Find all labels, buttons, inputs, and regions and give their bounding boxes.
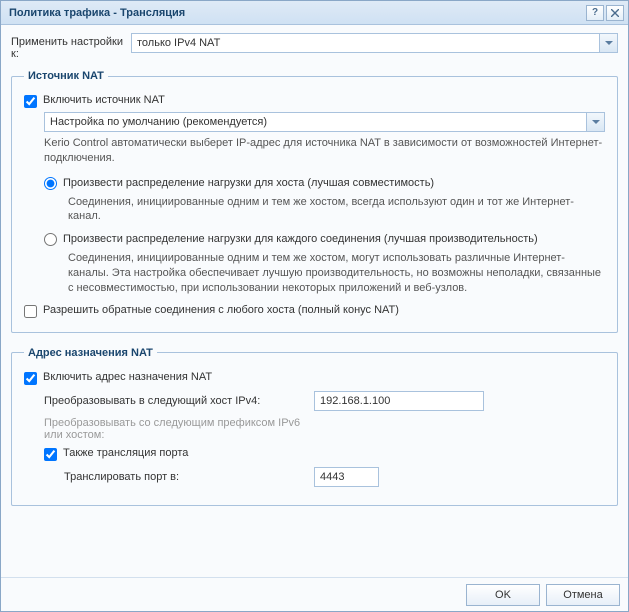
dialog-body: Применить настройки к: только IPv4 NAT И… — [1, 25, 628, 577]
cancel-button[interactable]: Отмена — [546, 584, 620, 606]
dest-port-row: Транслировать порт в: — [64, 467, 605, 487]
balance-host-radio[interactable] — [44, 177, 57, 190]
balance-host-label: Произвести распределение нагрузки для хо… — [63, 176, 434, 191]
dest-host-label: Преобразовывать в следующий хост IPv4: — [44, 395, 314, 407]
source-nat-sub: Настройка по умолчанию (рекомендуется) K… — [44, 112, 605, 296]
dialog-footer: OK Отмена — [1, 577, 628, 611]
titlebar: Политика трафика - Трансляция ? — [1, 1, 628, 25]
dest-nat-fieldset: Адрес назначения NAT Включить адрес назн… — [11, 347, 618, 506]
balance-conn-label: Произвести распределение нагрузки для ка… — [63, 232, 538, 247]
full-cone-checkbox[interactable] — [24, 305, 37, 318]
balance-conn-row: Произвести распределение нагрузки для ка… — [44, 232, 605, 247]
enable-source-nat-row: Включить источник NAT — [24, 94, 605, 108]
source-nat-auto-desc: Kerio Control автоматически выберет IP-а… — [44, 136, 605, 166]
dest-port-label: Транслировать порт в: — [64, 471, 314, 483]
source-nat-mode-select[interactable]: Настройка по умолчанию (рекомендуется) — [44, 112, 605, 132]
enable-dest-nat-checkbox[interactable] — [24, 372, 37, 385]
dest-host-input[interactable] — [314, 391, 484, 411]
full-cone-row: Разрешить обратные соединения с любого х… — [24, 304, 605, 318]
apply-settings-trigger[interactable] — [599, 34, 617, 52]
source-nat-mode-trigger[interactable] — [586, 113, 604, 131]
dialog-window: Политика трафика - Трансляция ? Применит… — [0, 0, 629, 612]
dest-host-row: Преобразовывать в следующий хост IPv4: — [44, 391, 605, 411]
enable-dest-nat-row: Включить адрес назначения NAT — [24, 371, 605, 385]
close-icon — [611, 9, 619, 17]
port-translate-checkbox[interactable] — [44, 448, 57, 461]
enable-dest-nat-label: Включить адрес назначения NAT — [43, 371, 212, 383]
source-nat-mode-value: Настройка по умолчанию (рекомендуется) — [45, 113, 586, 131]
ok-button[interactable]: OK — [466, 584, 540, 606]
apply-settings-row: Применить настройки к: только IPv4 NAT — [11, 33, 618, 60]
balance-conn-radio[interactable] — [44, 233, 57, 246]
apply-settings-value: только IPv4 NAT — [132, 34, 599, 52]
balance-radio-group: Произвести распределение нагрузки для хо… — [44, 176, 605, 296]
source-nat-legend: Источник NAT — [24, 70, 108, 82]
dest-nat-legend: Адрес назначения NAT — [24, 347, 157, 359]
chevron-down-icon — [605, 41, 613, 45]
apply-settings-label: Применить настройки к: — [11, 33, 131, 60]
balance-conn-desc: Соединения, инициированные одним и тем ж… — [68, 251, 605, 296]
apply-settings-select[interactable]: только IPv4 NAT — [131, 33, 618, 53]
dest-port-input[interactable] — [314, 467, 379, 487]
enable-source-nat-label: Включить источник NAT — [43, 94, 165, 106]
close-button[interactable] — [606, 5, 624, 21]
balance-host-row: Произвести распределение нагрузки для хо… — [44, 176, 605, 191]
help-button[interactable]: ? — [586, 5, 604, 21]
balance-host-desc: Соединения, инициированные одним и тем ж… — [68, 195, 605, 225]
port-translate-row: Также трансляция порта — [44, 447, 605, 461]
dest-prefix-label: Преобразовывать со следующим префиксом I… — [44, 417, 314, 441]
full-cone-label: Разрешить обратные соединения с любого х… — [43, 304, 399, 316]
window-title: Политика трафика - Трансляция — [9, 7, 185, 19]
source-nat-fieldset: Источник NAT Включить источник NAT Настр… — [11, 70, 618, 333]
dest-prefix-row: Преобразовывать со следующим префиксом I… — [44, 417, 605, 441]
chevron-down-icon — [592, 120, 600, 124]
port-translate-label: Также трансляция порта — [63, 447, 188, 459]
enable-source-nat-checkbox[interactable] — [24, 95, 37, 108]
